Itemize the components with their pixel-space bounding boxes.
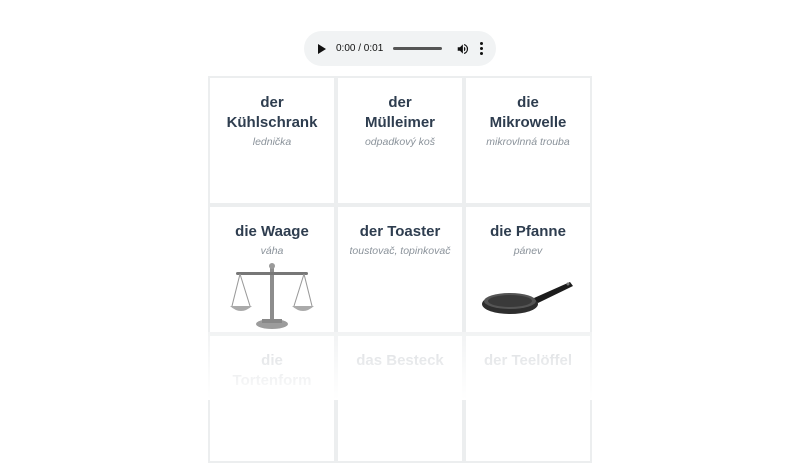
vocab-translation: odpadkový koš (364, 136, 436, 148)
vocab-word: die Pfanne (490, 223, 566, 240)
audio-player[interactable]: 0:00 / 0:01 (304, 31, 496, 66)
more-vert-icon[interactable] (480, 42, 484, 55)
vocab-word: die Tortenform (232, 352, 312, 389)
vocab-word: die Mikrowelle (489, 94, 567, 131)
vocab-card[interactable]: das Besteck (336, 334, 464, 463)
vocab-word: der Toaster (359, 223, 441, 240)
vocab-card[interactable]: der Toaster toustovač, topinkovač (336, 205, 464, 334)
vocab-card[interactable]: die Tortenform (208, 334, 336, 463)
play-icon[interactable] (318, 43, 326, 54)
scale-image (210, 262, 334, 332)
vocab-card[interactable]: die Mikrowelle mikrovlnná trouba (464, 76, 592, 205)
vocab-card[interactable]: der Kühlschrank lednička (208, 76, 336, 205)
vocab-word: der Teelöffel (483, 352, 573, 369)
vocab-translation: toustovač, topinkovač (349, 245, 451, 257)
volume-icon[interactable] (456, 42, 470, 56)
vocab-translation: váha (260, 245, 284, 257)
vocab-card[interactable]: der Mülleimer odpadkový koš (336, 76, 464, 205)
vocab-translation: pánev (513, 245, 543, 257)
vocab-translation: lednička (252, 136, 292, 148)
vocab-translation: mikrovlnná trouba (486, 136, 570, 148)
vocab-card[interactable]: die Waage váha (208, 205, 336, 334)
vocab-word: das Besteck (356, 352, 444, 369)
audio-time: 0:00 / 0:01 (336, 43, 384, 54)
vocab-word: der Kühlschrank (226, 94, 318, 131)
vocab-card[interactable]: die Pfanne pánev (464, 205, 592, 334)
vocab-word: die Waage (235, 223, 309, 240)
frying-pan-image (466, 262, 590, 332)
audio-progress-bar[interactable] (393, 47, 443, 50)
vocab-word: der Mülleimer (364, 94, 436, 131)
vocabulary-grid: der Kühlschrank lednička der Mülleimer o… (208, 76, 592, 463)
vocab-card[interactable]: der Teelöffel (464, 334, 592, 463)
